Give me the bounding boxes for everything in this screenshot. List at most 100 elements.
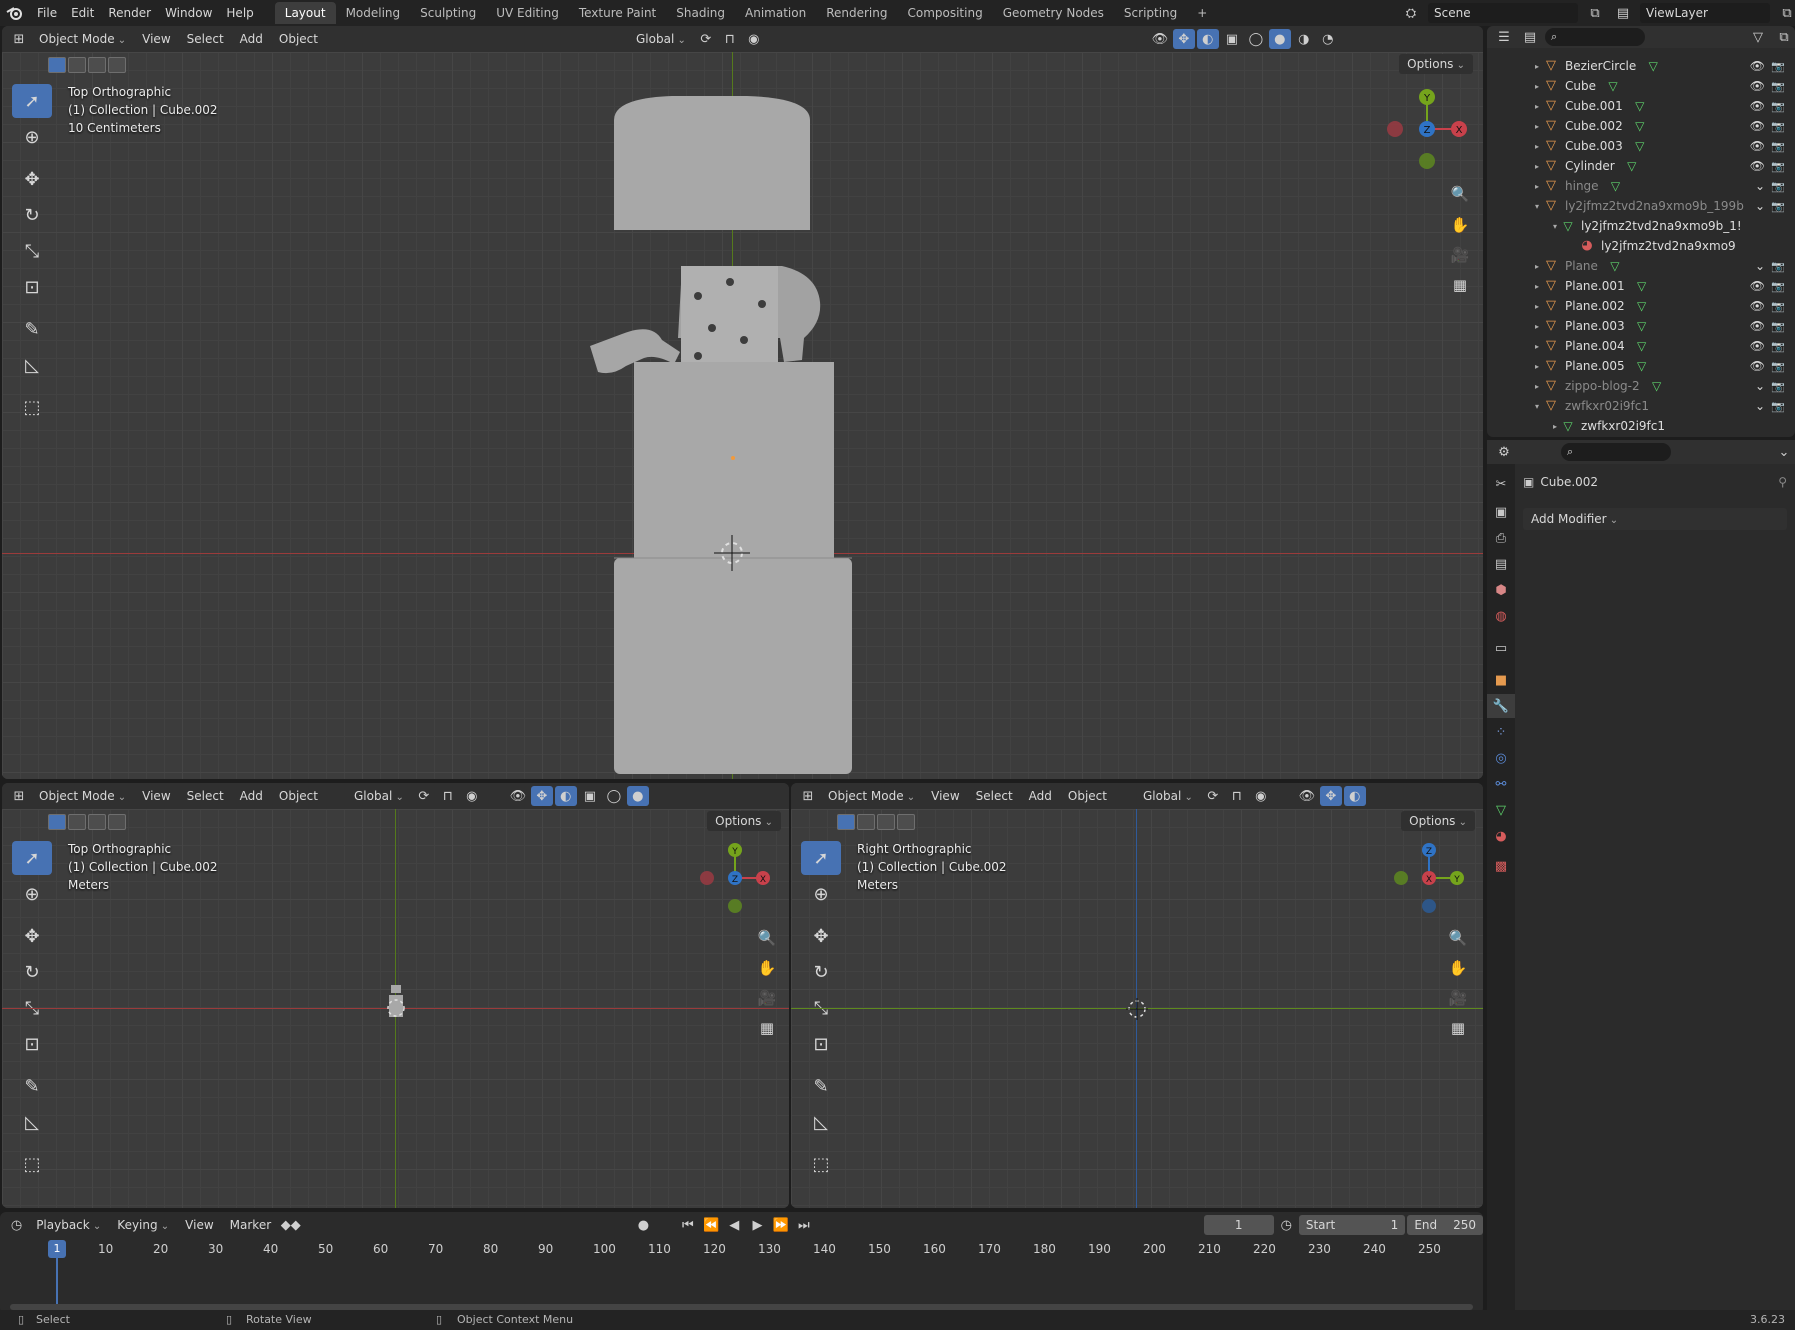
object-menu[interactable]: Object bbox=[272, 29, 325, 49]
rotate-tool-icon[interactable]: ↻ bbox=[12, 198, 52, 232]
world-tab-icon[interactable]: ◍ bbox=[1487, 604, 1515, 628]
navigation-gizmo[interactable]: Z Y X bbox=[1389, 838, 1469, 918]
proportional-edit-icon[interactable]: ◉ bbox=[461, 786, 483, 806]
outliner-item[interactable]: ▸ ▽ Plane.003 ▽ 👁 📷 bbox=[1487, 316, 1795, 336]
tab-modeling[interactable]: Modeling bbox=[336, 2, 411, 24]
expand-arrow-icon[interactable]: ▸ bbox=[1531, 62, 1543, 71]
shading-rendered-icon[interactable]: ◔ bbox=[1317, 29, 1339, 49]
navigation-gizmo[interactable]: Y X Z bbox=[695, 838, 775, 918]
marker-menu[interactable]: Marker bbox=[223, 1215, 278, 1235]
tool-tab-icon[interactable]: ✂ bbox=[1487, 472, 1515, 496]
orientation-dropdown[interactable]: Global bbox=[629, 29, 693, 49]
options-dropdown[interactable]: Options bbox=[1399, 54, 1473, 74]
outliner-item[interactable]: ▾ ▽ ly2jfmz2tvd2na9xmo9b_199b ⌄ 📷 bbox=[1487, 196, 1795, 216]
tab-geometry-nodes[interactable]: Geometry Nodes bbox=[993, 2, 1114, 24]
playback-menu[interactable]: Playback bbox=[29, 1215, 108, 1235]
overlay-toggle-icon[interactable]: ◐ bbox=[1196, 29, 1219, 49]
playhead-frame[interactable]: 1 bbox=[48, 1240, 66, 1258]
mesh-data-icon[interactable]: ▽ bbox=[1633, 99, 1647, 113]
select-new-icon[interactable] bbox=[48, 814, 66, 830]
select-menu[interactable]: Select bbox=[969, 786, 1020, 806]
scene-tab-icon[interactable]: ⬢ bbox=[1487, 578, 1515, 602]
clock-icon[interactable]: ◷ bbox=[1276, 1215, 1297, 1235]
expand-arrow-icon[interactable]: ▸ bbox=[1531, 262, 1543, 271]
mesh-data-icon[interactable]: ▽ bbox=[1635, 279, 1649, 293]
move-tool-icon[interactable]: ✥ bbox=[12, 919, 52, 953]
eye-icon[interactable]: 👁 bbox=[1750, 359, 1765, 373]
add-cube-tool-icon[interactable]: ⬚ bbox=[12, 390, 52, 424]
expand-arrow-icon[interactable]: ▸ bbox=[1531, 162, 1543, 171]
menu-file[interactable]: File bbox=[30, 0, 64, 26]
outliner-item[interactable]: ▸ ▽ Cube.002 ▽ 👁 📷 bbox=[1487, 116, 1795, 136]
eye-icon[interactable]: 👁 bbox=[1750, 79, 1765, 93]
overlay-toggle-icon[interactable]: ◐ bbox=[1343, 786, 1366, 806]
select-invert-icon[interactable] bbox=[897, 814, 915, 830]
tab-layout[interactable]: Layout bbox=[274, 2, 336, 24]
mesh-data-icon[interactable]: ▽ bbox=[1608, 259, 1622, 273]
render-camera-icon[interactable]: 📷 bbox=[1771, 80, 1785, 93]
visibility-icon[interactable]: 👁 bbox=[1296, 786, 1318, 806]
pan-hand-icon[interactable]: ✋ bbox=[1445, 955, 1471, 981]
options-dropdown[interactable]: Options bbox=[707, 811, 781, 831]
select-extend-icon[interactable] bbox=[857, 814, 875, 830]
navigation-gizmo[interactable]: Y X Z bbox=[1382, 84, 1472, 174]
shading-solid-icon[interactable]: ● bbox=[1268, 29, 1291, 49]
mesh-data-icon[interactable]: ▽ bbox=[1635, 319, 1649, 333]
expand-arrow-icon[interactable]: ▾ bbox=[1549, 222, 1561, 231]
gizmo-toggle-icon[interactable]: ✥ bbox=[1172, 29, 1195, 49]
eye-icon[interactable]: 👁 bbox=[1750, 299, 1765, 313]
frame-ruler[interactable]: 10 20 30 40 50 60 70 80 90 100 110 120 130 140 150 160 1… bbox=[0, 1240, 1483, 1262]
cursor-tool-icon[interactable]: ⊕ bbox=[801, 877, 841, 911]
outliner-item[interactable]: ▸ ▽ BezierCircle ▽ 👁 📷 bbox=[1487, 56, 1795, 76]
mode-dropdown[interactable]: Object Mode bbox=[821, 786, 922, 806]
pan-hand-icon[interactable]: ✋ bbox=[754, 955, 780, 981]
add-cube-tool-icon[interactable]: ⬚ bbox=[12, 1147, 52, 1181]
editor-type-icon[interactable]: ◷ bbox=[6, 1215, 27, 1235]
prev-keyframe-icon[interactable]: ⏪ bbox=[701, 1215, 722, 1235]
mesh-data-icon[interactable]: ▽ bbox=[1635, 299, 1649, 313]
select-box-tool-icon[interactable]: ➚ bbox=[12, 84, 52, 118]
outliner-item[interactable]: ▾ ▽ zwfkxr02i9fc1 ⌄ 📷 bbox=[1487, 396, 1795, 416]
tab-shading[interactable]: Shading bbox=[666, 2, 735, 24]
render-tab-icon[interactable]: ▣ bbox=[1487, 500, 1515, 524]
ortho-toggle-icon[interactable]: ▦ bbox=[1445, 1015, 1471, 1041]
editor-type-icon[interactable]: ☰ bbox=[1493, 27, 1515, 47]
view-menu[interactable]: View bbox=[135, 786, 177, 806]
pan-hand-icon[interactable]: ✋ bbox=[1447, 212, 1473, 238]
particles-tab-icon[interactable]: ⁘ bbox=[1487, 720, 1515, 744]
select-box-tool-icon[interactable]: ➚ bbox=[801, 841, 841, 875]
expand-arrow-icon[interactable]: ▸ bbox=[1531, 182, 1543, 191]
cursor-tool-icon[interactable]: ⊕ bbox=[12, 877, 52, 911]
proportional-edit-icon[interactable]: ◉ bbox=[1250, 786, 1272, 806]
render-camera-icon[interactable]: 📷 bbox=[1771, 100, 1785, 113]
options-dropdown[interactable]: Options bbox=[1401, 811, 1475, 831]
lighter-model-small[interactable] bbox=[383, 983, 409, 1019]
eye-closed-icon[interactable]: ⌄ bbox=[1755, 199, 1765, 213]
pivot-icon[interactable]: ⟳ bbox=[413, 786, 435, 806]
object-menu[interactable]: Object bbox=[272, 786, 325, 806]
mesh-data-icon[interactable]: ▽ bbox=[1635, 339, 1649, 353]
pivot-icon[interactable]: ⟳ bbox=[695, 29, 717, 49]
editor-type-icon[interactable]: ⚙ bbox=[1493, 442, 1515, 462]
render-camera-icon[interactable]: 📷 bbox=[1771, 120, 1785, 133]
outliner-item[interactable]: ▸ ▽ Cube.001 ▽ 👁 📷 bbox=[1487, 96, 1795, 116]
expand-arrow-icon[interactable]: ▸ bbox=[1531, 322, 1543, 331]
selection-mode-buttons[interactable] bbox=[837, 814, 915, 830]
ortho-toggle-icon[interactable]: ▦ bbox=[754, 1015, 780, 1041]
expand-arrow-icon[interactable]: ▸ bbox=[1531, 282, 1543, 291]
menu-window[interactable]: Window bbox=[158, 0, 219, 26]
selection-mode-buttons[interactable] bbox=[48, 814, 126, 830]
tab-texture-paint[interactable]: Texture Paint bbox=[569, 2, 666, 24]
view-layer-tab-icon[interactable]: ▤ bbox=[1487, 552, 1515, 576]
expand-arrow-icon[interactable]: ▸ bbox=[1531, 122, 1543, 131]
new-collection-icon[interactable]: ⧉ bbox=[1773, 27, 1795, 47]
add-menu[interactable]: Add bbox=[233, 786, 270, 806]
render-camera-icon[interactable]: 📷 bbox=[1771, 400, 1785, 413]
expand-arrow-icon[interactable]: ▸ bbox=[1531, 82, 1543, 91]
play-reverse-icon[interactable]: ◀ bbox=[724, 1215, 745, 1235]
mesh-data-icon[interactable]: ▽ bbox=[1633, 119, 1647, 133]
editor-type-icon[interactable]: ⊞ bbox=[797, 786, 819, 806]
current-frame-field[interactable]: 1 bbox=[1203, 1215, 1274, 1235]
select-subtract-icon[interactable] bbox=[88, 57, 106, 73]
render-camera-icon[interactable]: 📷 bbox=[1771, 380, 1785, 393]
